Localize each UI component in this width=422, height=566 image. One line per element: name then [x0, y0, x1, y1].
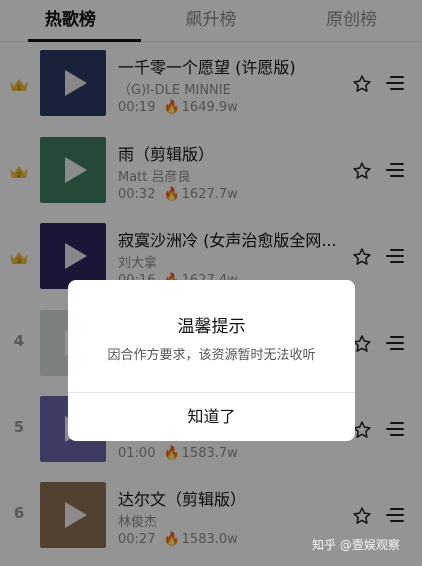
dialog-title: 温馨提示: [177, 317, 246, 337]
dialog-ok-button[interactable]: 知道了: [68, 393, 355, 441]
dialog-message: 因合作方要求，该资源暂时无法收听: [107, 348, 316, 363]
watermark: 知乎 @壹娱观察: [312, 538, 400, 552]
alert-dialog: 温馨提示 因合作方要求，该资源暂时无法收听 知道了: [68, 280, 355, 441]
